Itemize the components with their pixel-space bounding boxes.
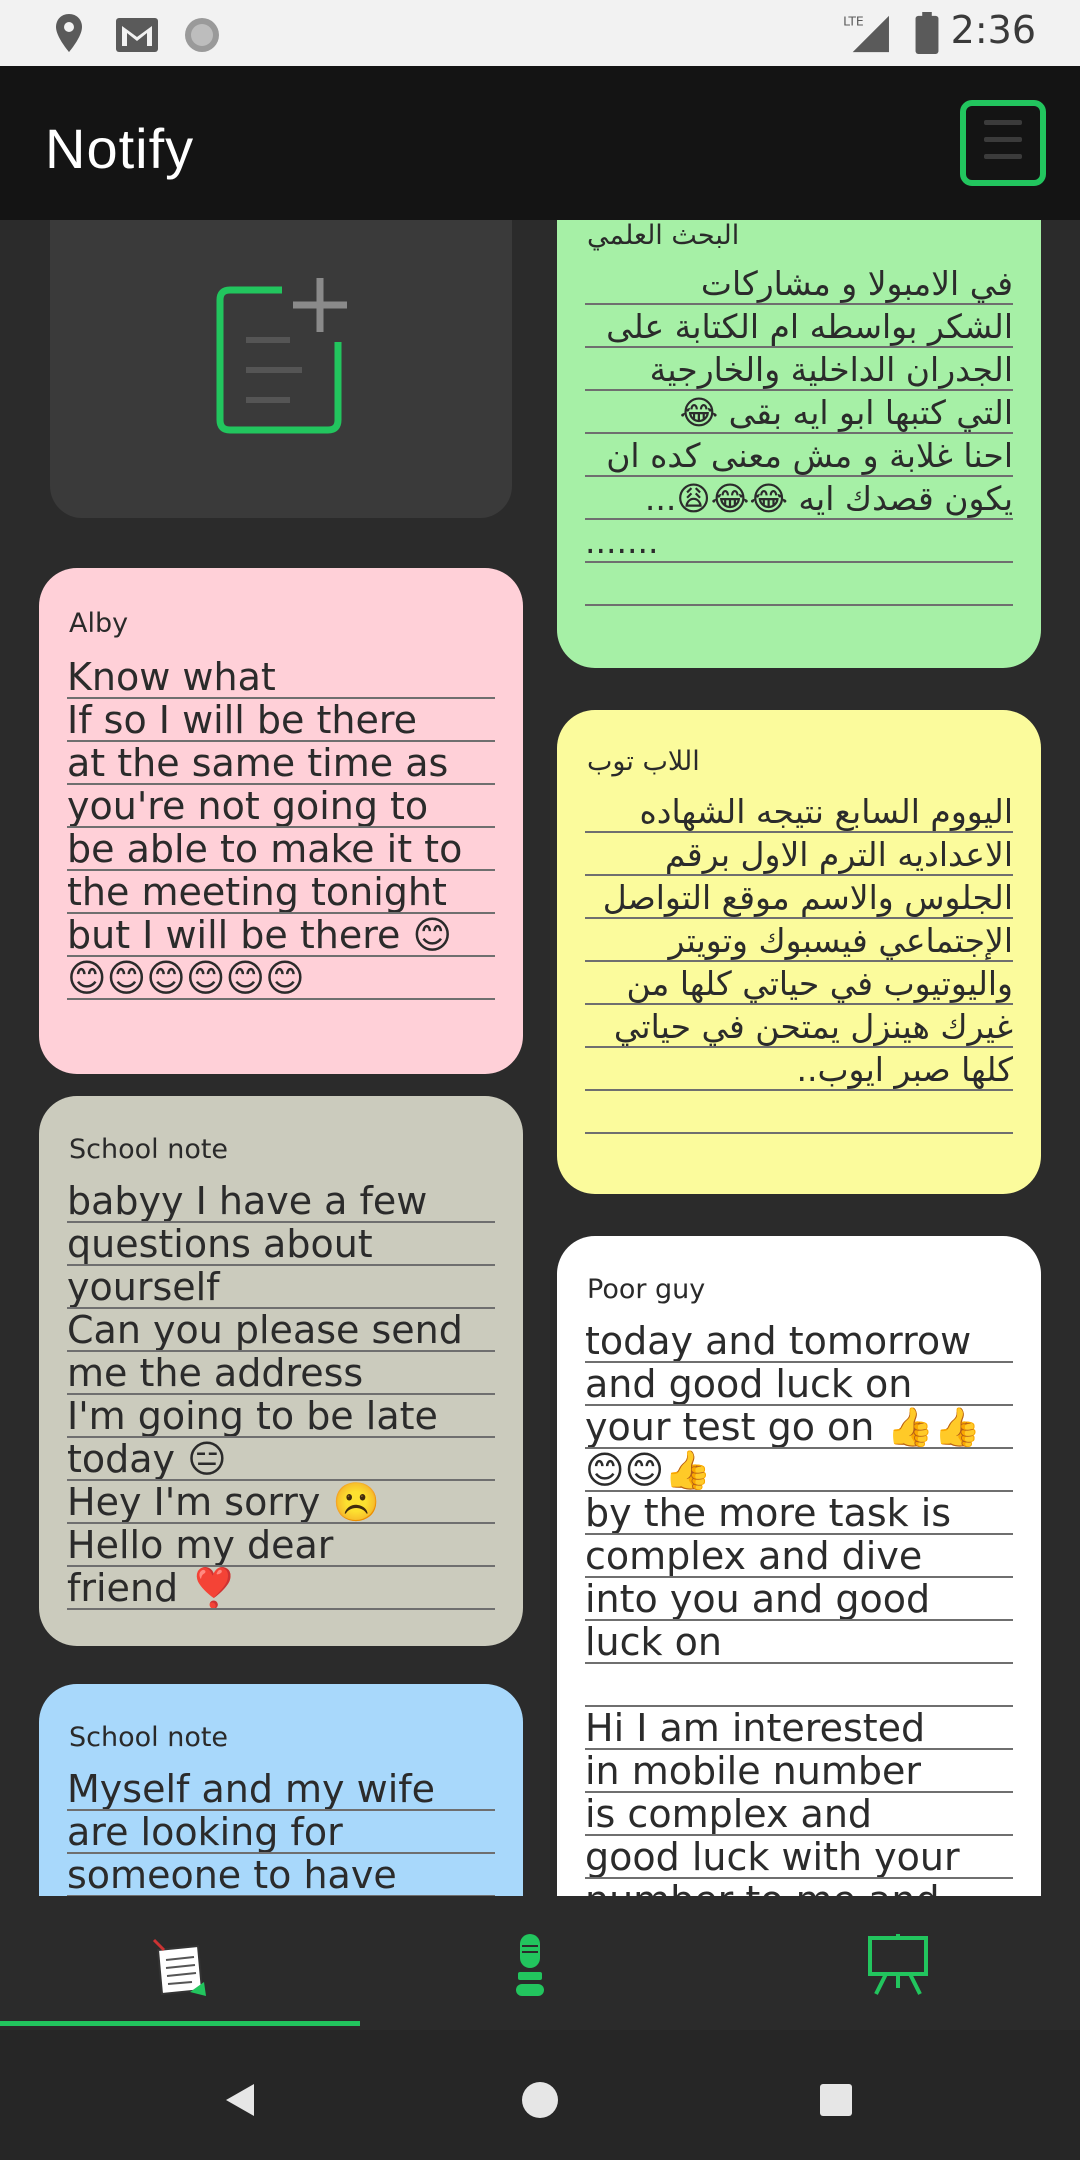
note-line: اليووم السابع نتيجه الشهاده	[585, 790, 1013, 833]
sync-icon	[185, 18, 219, 52]
recents-icon[interactable]	[818, 2082, 854, 2118]
note-line: 😊😊😊😊😊😊	[67, 957, 495, 1000]
note-line: the meeting tonight	[67, 871, 495, 914]
note-line: الجدران الداخلية والخارجية	[585, 348, 1013, 391]
note-line: and good luck on	[585, 1363, 1013, 1406]
note-line: me the address	[67, 1352, 495, 1395]
bottom-navigation	[0, 1896, 1080, 2030]
system-navigation	[0, 2030, 1080, 2160]
note-line: be able to make it to	[67, 828, 495, 871]
menu-bar-icon	[984, 154, 1022, 159]
note-line: you're not going to	[67, 785, 495, 828]
note-card[interactable]: Alby Know what If so I will be there at …	[39, 568, 523, 1074]
note-line: Know what	[67, 656, 495, 699]
whiteboard-icon	[868, 1934, 928, 1995]
app-bar: Notify	[0, 66, 1080, 220]
note-line: الاعداديه الترم الاول برقم	[585, 833, 1013, 876]
microphone-icon	[516, 1934, 544, 1996]
svg-text:LTE: LTE	[843, 13, 864, 28]
note-line: luck on	[585, 1621, 1013, 1664]
location-icon	[56, 14, 82, 52]
note-line: into you and good	[585, 1578, 1013, 1621]
note-line: at the same time as	[67, 742, 495, 785]
note-title: البحث العلمي	[587, 220, 740, 251]
note-line: غيرك هينزل يمتحن في حياتي	[585, 1005, 1013, 1048]
note-line: babyy I have a few	[67, 1180, 495, 1223]
note-line: today and tomorrow	[585, 1320, 1013, 1363]
note-line: Hey I'm sorry ☹️	[67, 1481, 495, 1524]
note-body: babyy I have a few questions about yours…	[67, 1180, 495, 1610]
note-line: but I will be there 😊	[67, 914, 495, 957]
add-note-icon	[216, 278, 347, 434]
notes-icon	[152, 1938, 206, 1996]
tab-whiteboard[interactable]	[720, 1896, 1080, 2026]
note-line: Hi I am interested	[585, 1707, 1013, 1750]
note-line: are looking for	[67, 1811, 495, 1854]
note-line: الشكر بواسطه ام الكتابة على	[585, 305, 1013, 348]
note-title: School note	[69, 1134, 229, 1165]
note-line: الجلوس والاسم موقع التواصل	[585, 876, 1013, 919]
back-icon[interactable]	[220, 2080, 260, 2120]
note-body: today and tomorrow and good luck on your…	[585, 1320, 1013, 1896]
battery-icon	[915, 12, 939, 54]
lte-signal-icon: LTE	[843, 13, 889, 53]
note-title: Poor guy	[587, 1274, 706, 1305]
note-line	[585, 1664, 1013, 1707]
note-line	[585, 1091, 1013, 1134]
note-body: Know what If so I will be there at the s…	[67, 656, 495, 1000]
add-note-card[interactable]	[50, 220, 512, 518]
note-card[interactable]: School note babyy I have a few questions…	[39, 1096, 523, 1646]
menu-bar-icon	[984, 137, 1022, 142]
note-line: someone to have	[67, 1854, 495, 1896]
note-line: واليوتيوب في حياتي كلها من	[585, 962, 1013, 1005]
note-line: is complex and	[585, 1793, 1013, 1836]
note-line: .......	[585, 520, 1013, 563]
note-line: Hello my dear	[67, 1524, 495, 1567]
note-body: في الامبولا و مشاركات الشكر بواسطه ام ال…	[585, 262, 1013, 606]
note-line: friend ❣️	[67, 1567, 495, 1610]
notes-grid: Alby Know what If so I will be there at …	[0, 220, 1080, 1896]
note-line: التي كتبها ابو ايه بقى 😂	[585, 391, 1013, 434]
note-line: by the more task is	[585, 1492, 1013, 1535]
note-line: today 😑	[67, 1438, 495, 1481]
note-line: good luck with your	[585, 1836, 1013, 1879]
note-title: School note	[69, 1722, 229, 1753]
app-title: Notify	[45, 117, 195, 180]
note-line: I'm going to be late	[67, 1395, 495, 1438]
note-card[interactable]: اللاب توب اليووم السابع نتيجه الشهاده ال…	[557, 710, 1041, 1194]
note-line: في الامبولا و مشاركات	[585, 262, 1013, 305]
note-line: If so I will be there	[67, 699, 495, 742]
note-line: Can you please send	[67, 1309, 495, 1352]
home-icon[interactable]	[520, 2080, 560, 2120]
note-card[interactable]: Poor guy today and tomorrow and good luc…	[557, 1236, 1041, 1896]
hamburger-menu-button[interactable]	[960, 100, 1046, 186]
note-body: اليووم السابع نتيجه الشهاده الاعداديه ال…	[585, 790, 1013, 1134]
status-bar: LTE 2:36	[0, 0, 1080, 66]
active-tab-indicator	[0, 2021, 360, 2026]
note-line: الإجتماعي فيسبوك وتويتر	[585, 919, 1013, 962]
note-card[interactable]: البحث العلمي في الامبولا و مشاركات الشكر…	[557, 220, 1041, 668]
clock: 2:36	[950, 8, 1036, 52]
note-line: complex and dive	[585, 1535, 1013, 1578]
note-line: 😊😊👍	[585, 1449, 1013, 1492]
note-line	[585, 563, 1013, 606]
note-line: Myself and my wife	[67, 1768, 495, 1811]
note-title: Alby	[69, 608, 129, 639]
note-body: Myself and my wife are looking for someo…	[67, 1768, 495, 1896]
note-line: كلها صبر ايوب..	[585, 1048, 1013, 1091]
note-line: questions about	[67, 1223, 495, 1266]
note-line: يكون قصدك ايه 😂😂😩...	[585, 477, 1013, 520]
note-line: احنا غلابة و مش معنى كده ان	[585, 434, 1013, 477]
tab-voice[interactable]	[360, 1896, 720, 2026]
note-line: in mobile number	[585, 1750, 1013, 1793]
menu-bar-icon	[984, 120, 1022, 125]
gmail-icon	[116, 18, 158, 52]
note-card[interactable]: School note Myself and my wife are looki…	[39, 1684, 523, 1896]
note-line: yourself	[67, 1266, 495, 1309]
note-line: your test go on 👍👍	[585, 1406, 1013, 1449]
note-title: اللاب توب	[587, 746, 700, 777]
note-line: number to me and	[585, 1879, 1013, 1896]
tab-notes[interactable]	[0, 1896, 360, 2026]
